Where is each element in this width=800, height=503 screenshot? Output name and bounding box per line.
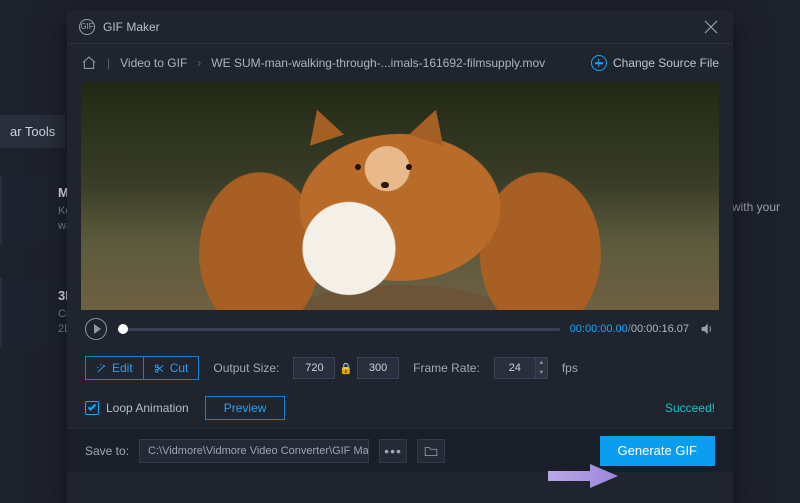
breadcrumb-chevron-icon: › — [197, 56, 201, 70]
save-path-field[interactable]: C:\Vidmore\Vidmore Video Converter\GIF M… — [139, 439, 369, 463]
options-row: Loop Animation Preview Succeed! — [67, 388, 733, 428]
settings-row: Edit Cut Output Size: 720 🔒 300 Frame Ra… — [67, 348, 733, 388]
loop-checkbox[interactable] — [85, 401, 99, 415]
plus-circle-icon — [591, 55, 607, 71]
preview-button[interactable]: Preview — [205, 396, 286, 420]
width-input[interactable]: 720 — [293, 357, 335, 379]
output-size-label: Output Size: — [213, 361, 279, 375]
time-current: 00:00:00.00 — [570, 323, 628, 335]
volume-icon[interactable] — [699, 321, 715, 337]
breadcrumb-filename: WE SUM-man-walking-through-...imals-1616… — [211, 56, 545, 70]
bg-sidebar-tab: ar Tools — [0, 115, 65, 148]
seek-slider[interactable] — [117, 328, 560, 331]
play-button[interactable] — [85, 318, 107, 340]
gif-maker-modal: GIF GIF Maker | Video to GIF › WE SUM-ma… — [67, 10, 733, 503]
change-source-label: Change Source File — [613, 56, 719, 70]
save-to-label: Save to: — [85, 444, 129, 458]
fps-stepper[interactable]: ▲ ▼ — [536, 357, 548, 379]
edit-label: Edit — [112, 361, 133, 375]
status-succeed: Succeed! — [665, 401, 715, 415]
home-icon[interactable] — [81, 55, 97, 71]
play-icon — [94, 324, 101, 334]
seek-thumb[interactable] — [118, 324, 128, 334]
edit-cut-group: Edit Cut — [85, 356, 199, 380]
cut-label: Cut — [170, 361, 189, 375]
open-folder-button[interactable] — [417, 439, 445, 463]
height-input[interactable]: 300 — [357, 357, 399, 379]
cut-button[interactable]: Cut — [143, 356, 200, 380]
magic-wand-icon — [96, 363, 107, 374]
change-source-button[interactable]: Change Source File — [591, 55, 719, 71]
save-row: Save to: C:\Vidmore\Vidmore Video Conver… — [67, 428, 733, 472]
player-controls: 00:00:00.00/00:00:16.07 — [67, 310, 733, 348]
checkmark-icon — [88, 402, 96, 410]
scissors-icon — [154, 363, 165, 374]
breadcrumb: | Video to GIF › WE SUM-man-walking-thro… — [67, 44, 733, 82]
breadcrumb-sep1: | — [107, 56, 110, 70]
app-icon: GIF — [79, 19, 95, 35]
frame-rate-label: Frame Rate: — [413, 361, 480, 375]
loop-label: Loop Animation — [106, 401, 189, 415]
lock-aspect-icon[interactable]: 🔒 — [335, 362, 357, 375]
stepper-up-icon[interactable]: ▲ — [536, 358, 547, 368]
time-total: 00:00:16.07 — [631, 323, 689, 335]
timecode: 00:00:00.00/00:00:16.07 — [570, 323, 689, 335]
folder-icon — [424, 445, 438, 457]
video-frame-image — [81, 82, 719, 310]
video-preview[interactable] — [81, 82, 719, 310]
edit-button[interactable]: Edit — [85, 356, 143, 380]
modal-title: GIF Maker — [103, 20, 160, 34]
fps-unit: fps — [562, 361, 578, 375]
breadcrumb-video-to-gif[interactable]: Video to GIF — [120, 56, 187, 70]
fps-input[interactable]: 24 — [494, 357, 536, 379]
modal-titlebar: GIF GIF Maker — [67, 10, 733, 44]
browse-button[interactable]: ••• — [379, 439, 407, 463]
close-icon[interactable] — [701, 17, 721, 37]
generate-gif-button[interactable]: Generate GIF — [600, 436, 715, 466]
stepper-down-icon[interactable]: ▼ — [536, 368, 547, 378]
